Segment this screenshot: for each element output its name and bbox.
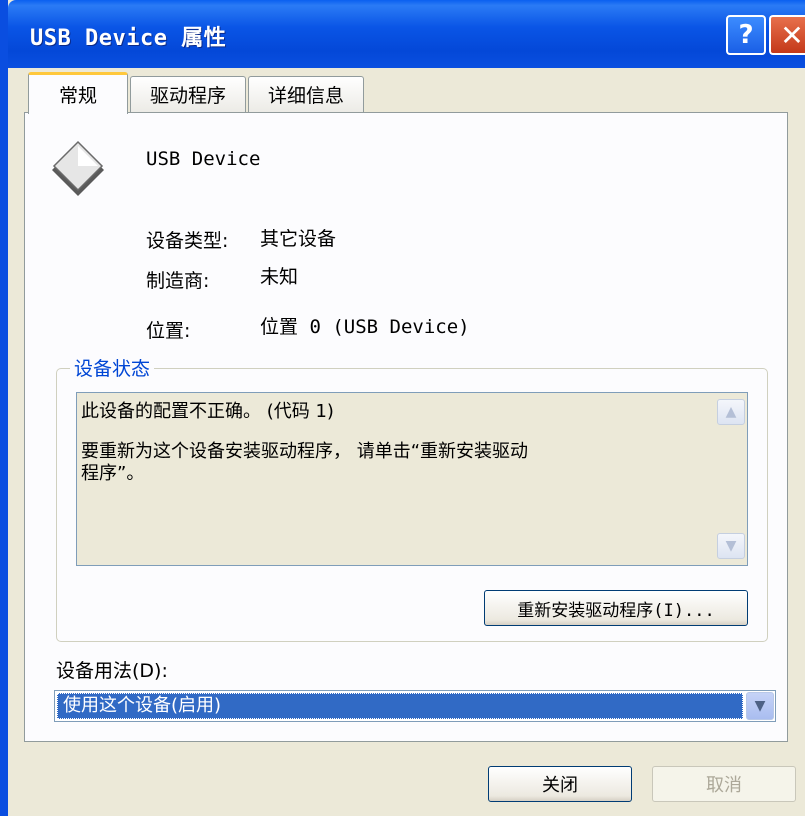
device-usage-label: 设备用法(D):	[56, 660, 168, 682]
usb-device-diamond-icon	[52, 140, 104, 196]
title-bar[interactable]: USB Device 属性 ? ✕	[8, 0, 805, 68]
location-value: 位置 0 (USB Device)	[260, 316, 470, 338]
status-line-1: 此设备的配置不正确。 (代码 1)	[81, 401, 334, 422]
manufacturer-label: 制造商:	[146, 270, 210, 292]
device-usage-select[interactable]: 使用这个设备(启用) ▼	[54, 690, 776, 722]
tab-label: 驱动程序	[149, 85, 226, 107]
manufacturer-value: 未知	[260, 266, 299, 288]
device-status-title: 设备状态	[70, 354, 155, 381]
help-button[interactable]: ?	[726, 15, 766, 55]
tab-details[interactable]: 详细信息	[248, 76, 364, 112]
status-line-2: 要重新为这个设备安装驱动程序， 请单击“重新安装驱动	[81, 441, 529, 462]
scroll-down-button[interactable]: ▼	[717, 533, 745, 559]
device-type-value: 其它设备	[260, 228, 337, 250]
device-name: USB Device	[146, 148, 261, 170]
window-title: USB Device 属性	[30, 26, 227, 51]
tab-general[interactable]: 常规	[28, 72, 128, 114]
scroll-up-button[interactable]: ▲	[717, 399, 745, 425]
title-close-button[interactable]: ✕	[769, 15, 805, 55]
cancel-button[interactable]: 取消	[652, 766, 796, 802]
device-status-textbox[interactable]: 此设备的配置不正确。 (代码 1) 要重新为这个设备安装驱动程序， 请单击“重新…	[76, 392, 748, 566]
status-line-3: 程序”。	[81, 463, 145, 484]
location-label: 位置:	[146, 320, 191, 342]
reinstall-driver-button[interactable]: 重新安装驱动程序(I)...	[484, 590, 748, 626]
tab-label: 常规	[58, 85, 97, 107]
chevron-down-icon[interactable]: ▼	[746, 692, 774, 720]
tab-driver[interactable]: 驱动程序	[130, 76, 246, 112]
device-type-label: 设备类型:	[146, 230, 229, 252]
tab-label: 详细信息	[267, 85, 344, 107]
device-usage-selected: 使用这个设备(启用)	[57, 693, 743, 719]
close-button[interactable]: 关闭	[488, 766, 632, 802]
